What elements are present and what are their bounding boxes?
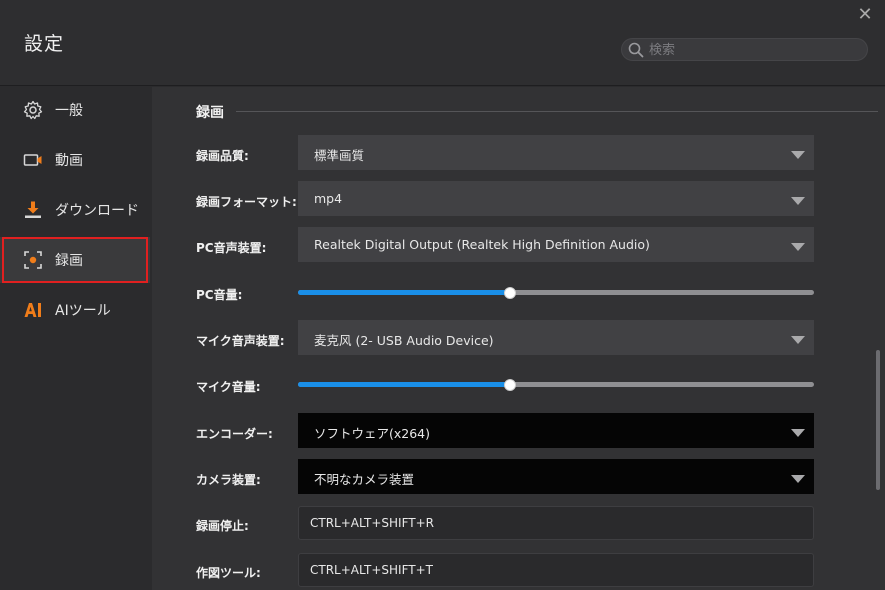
settings-panel: 録画 録画品質: 標準画質 録画フォーマット: mp4 PC音声装置: Real… <box>152 87 885 590</box>
sidebar-item-general[interactable]: 一般 <box>0 87 150 133</box>
search-icon <box>628 42 644 58</box>
download-icon <box>25 201 41 218</box>
sidebar-item-label: 録画 <box>55 253 83 269</box>
sidebar-item-recording[interactable]: 録画 <box>0 237 150 283</box>
search-box[interactable] <box>621 38 868 61</box>
pc-volume-slider[interactable] <box>298 286 814 300</box>
slider-thumb[interactable] <box>503 379 516 391</box>
sidebar-item-label: AIツール <box>55 303 111 319</box>
header: 設定 ✕ <box>0 0 885 86</box>
dropdown-arrow-icon <box>791 197 805 205</box>
mic-volume-slider[interactable] <box>298 378 814 392</box>
dropdown-arrow-icon <box>791 429 805 437</box>
mic-device-select[interactable]: 麦克风 (2- USB Audio Device) <box>298 320 814 355</box>
dropdown-arrow-icon <box>791 336 805 344</box>
sidebar-item-label: 動画 <box>55 153 83 169</box>
format-label: 録画フォーマット: <box>196 195 297 209</box>
window-title: 設定 <box>24 33 65 55</box>
camera-device-label: カメラ装置: <box>196 473 261 487</box>
pc-audio-device-value: Realtek Digital Output (Realtek High Def… <box>314 237 650 252</box>
pc-volume-label: PC音量: <box>196 288 243 302</box>
close-icon: ✕ <box>857 4 873 25</box>
search-input[interactable] <box>649 40 859 60</box>
close-button[interactable]: ✕ <box>855 5 875 25</box>
sidebar-item-label: ダウンロード <box>55 203 139 219</box>
dropdown-arrow-icon <box>791 243 805 251</box>
pc-audio-device-select[interactable]: Realtek Digital Output (Realtek High Def… <box>298 227 814 262</box>
sidebar-item-download[interactable]: ダウンロード <box>0 187 150 233</box>
quality-select[interactable]: 標準画質 <box>298 135 814 170</box>
slider-thumb[interactable] <box>503 287 516 299</box>
sidebar-item-video[interactable]: 動画 <box>0 137 150 183</box>
mic-device-label: マイク音声装置: <box>196 334 285 348</box>
stop-recording-label: 録画停止: <box>196 519 249 533</box>
drawing-tool-label: 作図ツール: <box>196 566 261 580</box>
section-title: 録画 <box>196 105 224 121</box>
slider-fill <box>298 382 510 387</box>
mic-volume-label: マイク音量: <box>196 380 261 394</box>
camera-device-select[interactable]: 不明なカメラ装置 <box>298 459 814 494</box>
vertical-scrollbar[interactable] <box>876 350 880 490</box>
camera-device-value: 不明なカメラ装置 <box>314 472 415 487</box>
record-target-icon <box>24 251 42 269</box>
pc-audio-device-label: PC音声装置: <box>196 241 267 255</box>
encoder-select[interactable]: ソフトウェア(x264) <box>298 413 814 448</box>
dropdown-arrow-icon <box>791 151 805 159</box>
format-value: mp4 <box>314 191 343 206</box>
stop-recording-hotkey-value: CTRL+ALT+SHIFT+R <box>310 516 435 530</box>
quality-value: 標準画質 <box>314 148 365 163</box>
encoder-value: ソフトウェア(x264) <box>314 426 431 441</box>
sidebar-item-label: 一般 <box>55 103 83 119</box>
stop-recording-hotkey-field[interactable]: CTRL+ALT+SHIFT+R <box>298 506 814 540</box>
dropdown-arrow-icon <box>791 475 805 483</box>
slider-fill <box>298 290 510 295</box>
settings-window: 設定 ✕ 一般 動画 <box>0 0 885 590</box>
section-divider <box>236 111 878 112</box>
mic-device-value: 麦克风 (2- USB Audio Device) <box>314 333 494 348</box>
video-camera-icon <box>23 154 42 166</box>
quality-label: 録画品質: <box>196 149 249 163</box>
encoder-label: エンコーダー: <box>196 427 273 441</box>
gear-icon <box>23 100 43 120</box>
sidebar-item-ai-tools[interactable]: AIツール <box>0 287 150 333</box>
drawing-tool-hotkey-field[interactable]: CTRL+ALT+SHIFT+T <box>298 553 814 587</box>
format-select[interactable]: mp4 <box>298 181 814 216</box>
sidebar: 一般 動画 ダウンロード 録画 AIツール <box>0 87 150 590</box>
drawing-tool-hotkey-value: CTRL+ALT+SHIFT+T <box>310 563 433 577</box>
ai-icon <box>24 303 41 317</box>
